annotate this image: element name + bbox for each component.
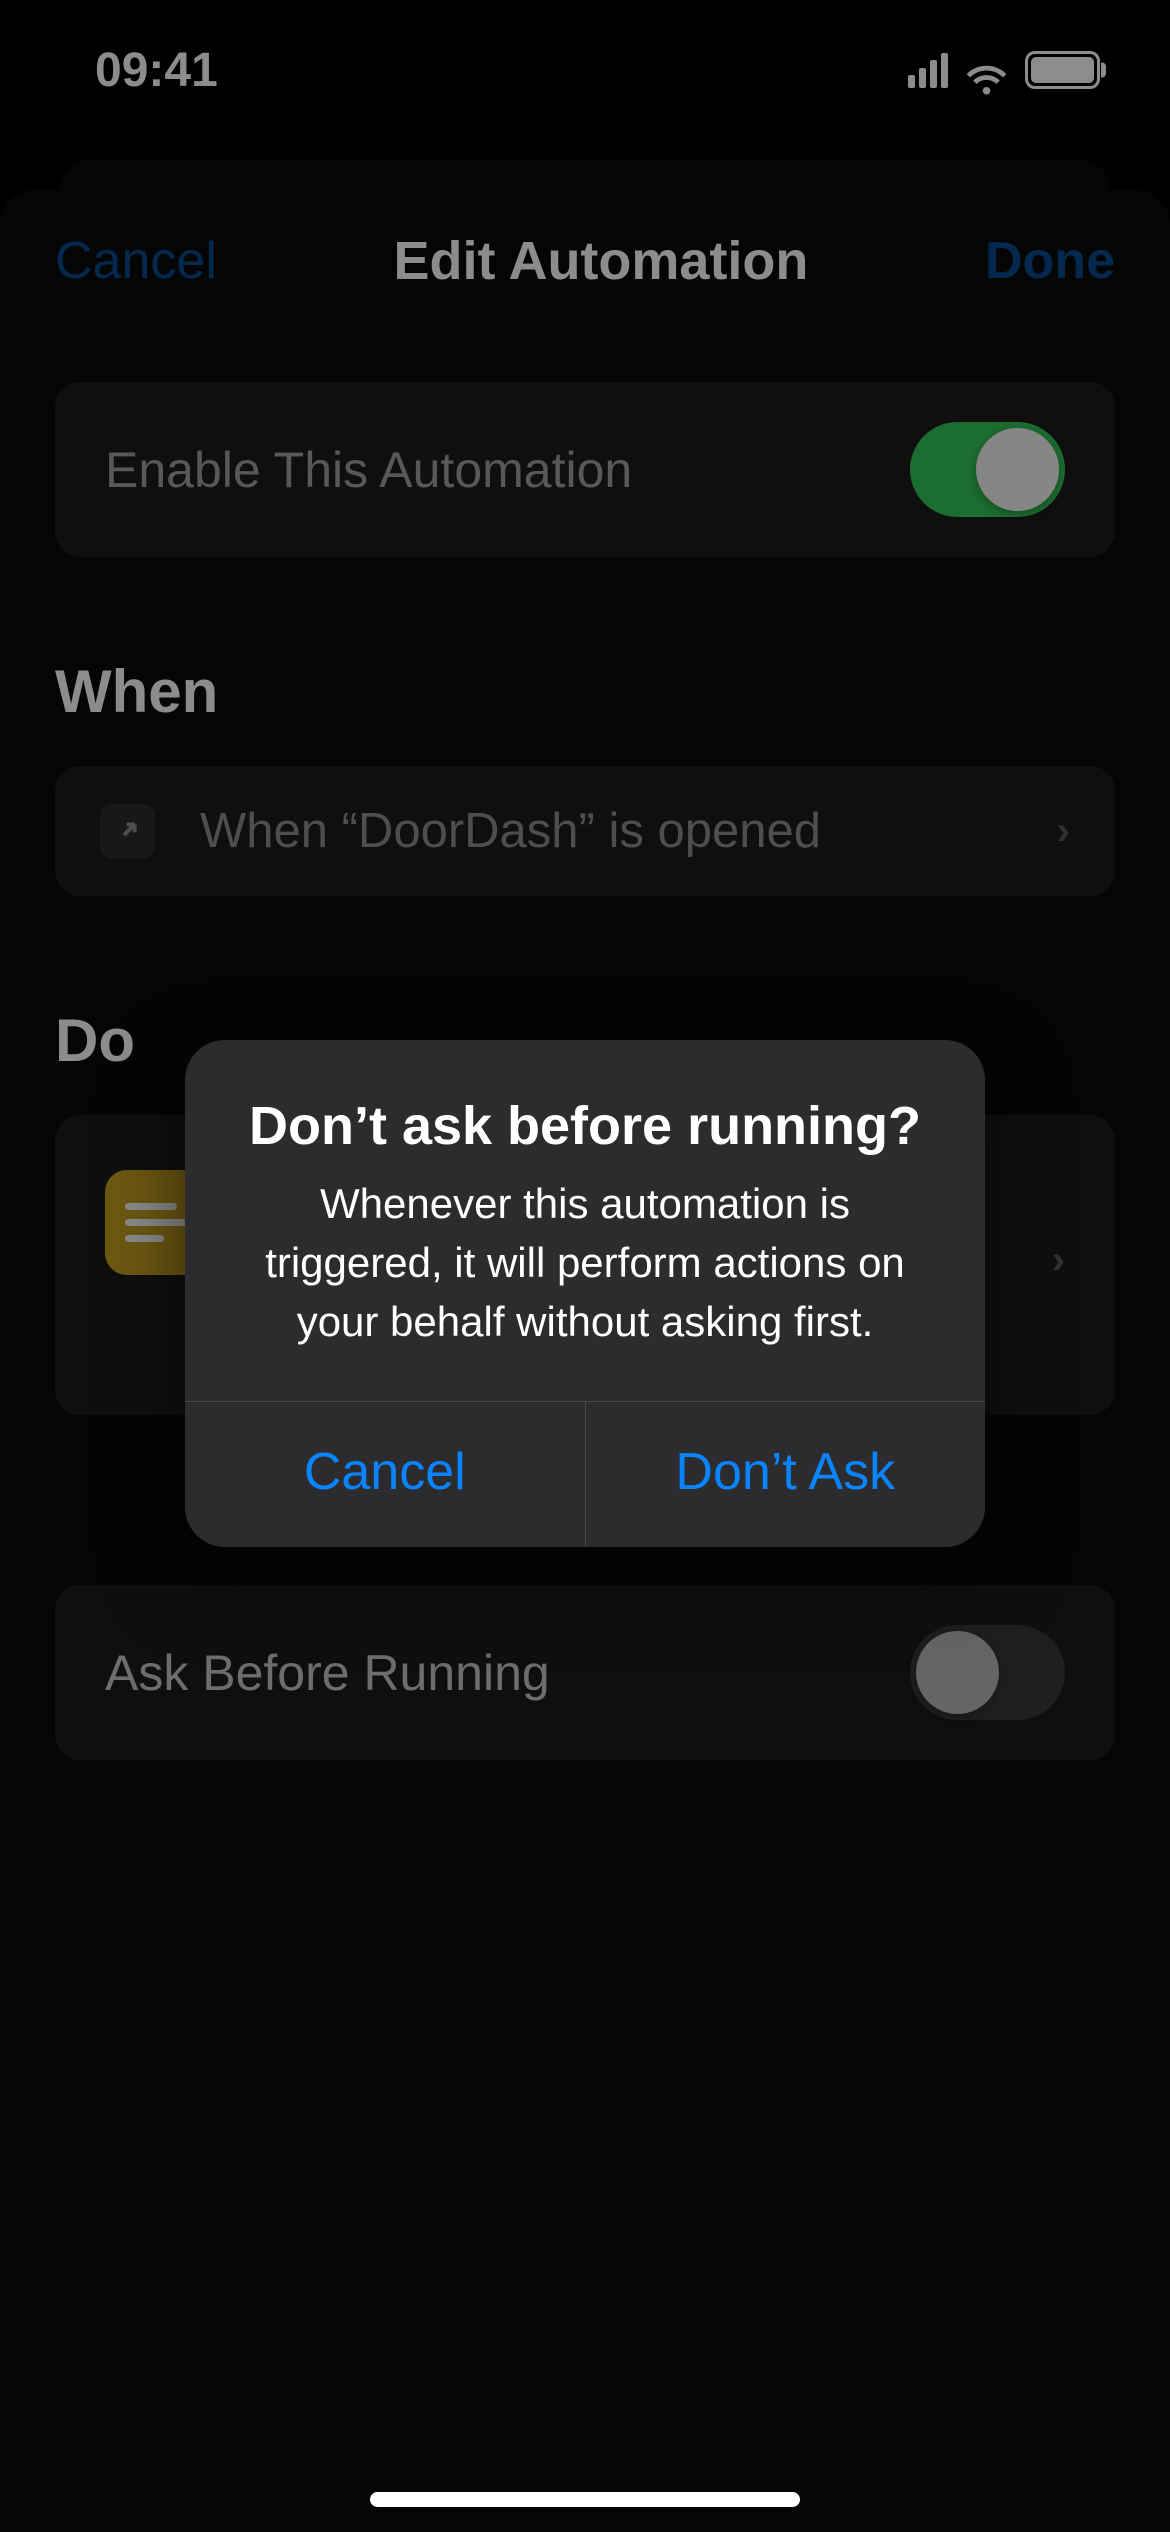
alert-message: Whenever this automation is triggered, i… — [230, 1175, 940, 1351]
alert-confirm-button[interactable]: Don’t Ask — [586, 1402, 986, 1547]
alert-title: Don’t ask before running? — [230, 1095, 940, 1157]
home-indicator[interactable] — [370, 2492, 800, 2507]
confirmation-alert: Don’t ask before running? Whenever this … — [185, 1040, 985, 1547]
alert-cancel-button[interactable]: Cancel — [185, 1402, 586, 1547]
